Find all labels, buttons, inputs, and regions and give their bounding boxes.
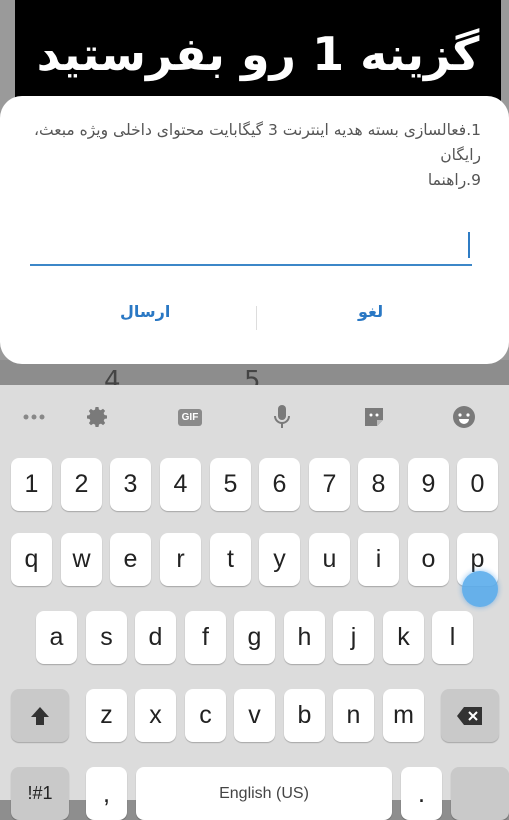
button-divider (256, 306, 257, 330)
shift-icon (31, 706, 49, 725)
enter-key[interactable] (451, 767, 509, 820)
shift-key[interactable] (11, 689, 69, 742)
comma-key[interactable]: , (86, 767, 127, 820)
key-h[interactable]: h (284, 611, 325, 664)
key-4[interactable]: 4 (160, 458, 201, 511)
settings-icon[interactable] (78, 397, 118, 437)
key-e[interactable]: e (110, 533, 151, 586)
key-l[interactable]: l (432, 611, 473, 664)
key-5[interactable]: 5 (210, 458, 251, 511)
key-i[interactable]: i (358, 533, 399, 586)
symbols-key[interactable]: !#1 (11, 767, 69, 820)
backspace-key[interactable] (441, 689, 499, 742)
key-3[interactable]: 3 (110, 458, 151, 511)
mic-icon[interactable] (262, 397, 302, 437)
key-g[interactable]: g (234, 611, 275, 664)
text-cursor (468, 232, 470, 258)
key-7[interactable]: 7 (309, 458, 350, 511)
period-key[interactable]: . (401, 767, 442, 820)
key-b[interactable]: b (284, 689, 325, 742)
more-icon[interactable] (14, 397, 54, 437)
ussd-reply-input[interactable] (30, 224, 472, 266)
key-r[interactable]: r (160, 533, 201, 586)
ussd-message: 1.فعالسازی بسته هدیه اینترنت 3 گیگابایت … (34, 121, 481, 189)
key-q[interactable]: q (11, 533, 52, 586)
send-button[interactable]: ارسال (120, 302, 170, 321)
key-6[interactable]: 6 (259, 458, 300, 511)
key-d[interactable]: d (135, 611, 176, 664)
key-z[interactable]: z (86, 689, 127, 742)
space-key[interactable]: English (US) (136, 767, 392, 820)
key-x[interactable]: x (135, 689, 176, 742)
gif-icon[interactable]: GIF (170, 397, 210, 437)
banner-text: گزینه 1 رو بفرستید (36, 27, 480, 81)
key-s[interactable]: s (86, 611, 127, 664)
key-8[interactable]: 8 (358, 458, 399, 511)
key-k[interactable]: k (383, 611, 424, 664)
key-0[interactable]: 0 (457, 458, 498, 511)
key-2[interactable]: 2 (61, 458, 102, 511)
key-u[interactable]: u (309, 533, 350, 586)
keyboard: GIF 1 2 3 4 5 6 7 8 9 0 q w e r t y u i … (0, 385, 509, 820)
key-n[interactable]: n (333, 689, 374, 742)
key-1[interactable]: 1 (11, 458, 52, 511)
key-9[interactable]: 9 (408, 458, 449, 511)
touch-indicator (462, 571, 498, 607)
sticker-icon[interactable] (354, 397, 394, 437)
gif-label: GIF (177, 408, 203, 426)
key-c[interactable]: c (185, 689, 226, 742)
key-y[interactable]: y (259, 533, 300, 586)
cancel-button[interactable]: لغو (358, 302, 383, 321)
backspace-icon (457, 706, 482, 725)
key-w[interactable]: w (61, 533, 102, 586)
key-t[interactable]: t (210, 533, 251, 586)
key-v[interactable]: v (234, 689, 275, 742)
key-j[interactable]: j (333, 611, 374, 664)
key-a[interactable]: a (36, 611, 77, 664)
key-o[interactable]: o (408, 533, 449, 586)
instruction-banner: گزینه 1 رو بفرستید (15, 0, 501, 108)
key-m[interactable]: m (383, 689, 424, 742)
key-f[interactable]: f (185, 611, 226, 664)
ussd-dialog: 1.فعالسازی بسته هدیه اینترنت 3 گیگابایت … (0, 96, 509, 364)
emoji-icon[interactable] (444, 397, 484, 437)
